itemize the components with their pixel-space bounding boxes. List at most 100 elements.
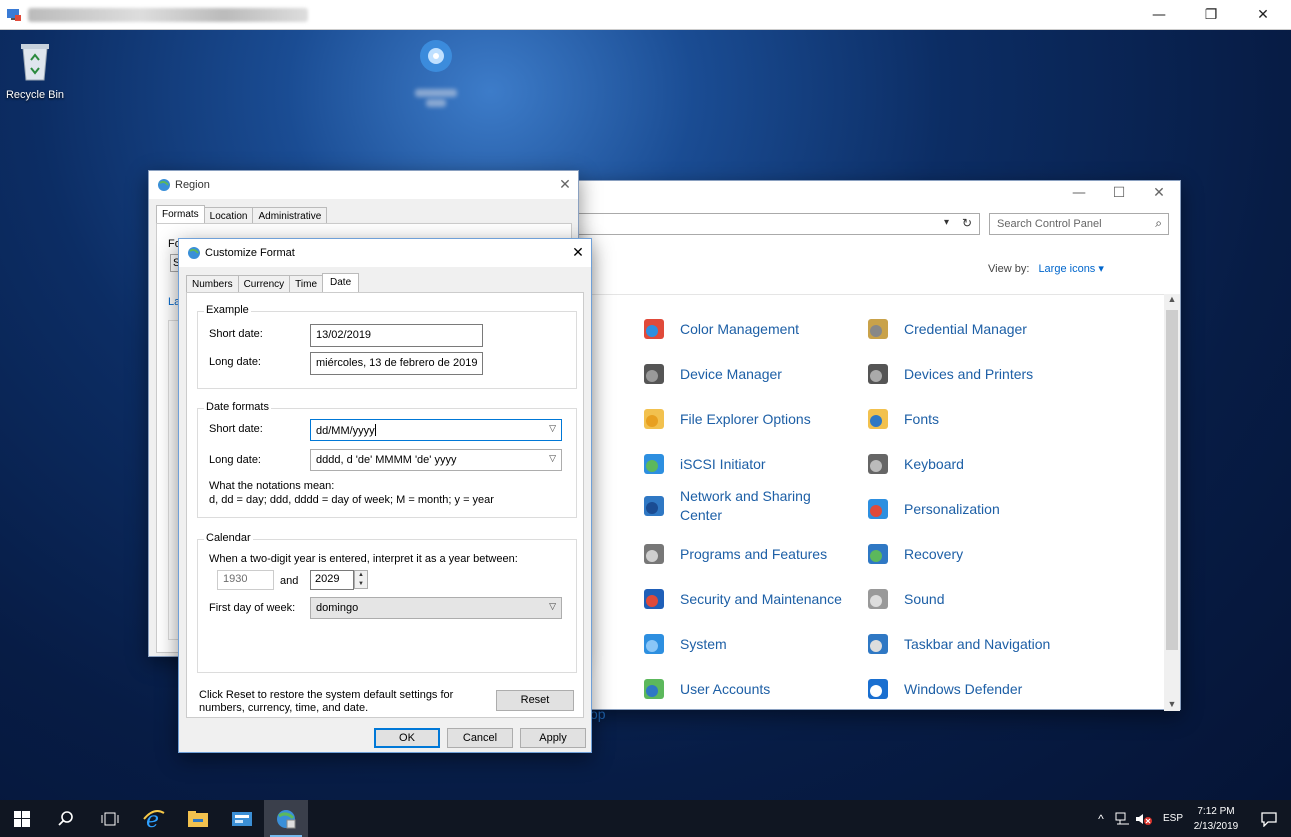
- cp-item-windows-defender[interactable]: Windows Defender: [864, 675, 1022, 703]
- cp-item-user-accounts[interactable]: User Accounts: [640, 675, 770, 703]
- cp-item-network-and-sharing-center[interactable]: Network and Sharing Center: [640, 487, 830, 525]
- fonts-icon: [868, 409, 888, 429]
- color-management-icon: [644, 319, 664, 339]
- region-taskbar-button[interactable]: [264, 800, 308, 837]
- cp-item-label: Personalization: [904, 500, 1000, 517]
- volume-muted-icon[interactable]: [1135, 812, 1153, 826]
- year-to-stepper[interactable]: ▲ ▼: [354, 570, 368, 589]
- ok-button[interactable]: OK: [374, 728, 440, 748]
- recycle-bin-shortcut[interactable]: Recycle Bin: [0, 38, 70, 101]
- customize-format-title-bar: Customize Format ✕: [179, 239, 591, 267]
- example-short-date-label: Short date:: [209, 328, 263, 340]
- cp-item-keyboard[interactable]: Keyboard: [864, 450, 964, 478]
- cp-item-recovery[interactable]: Recovery: [864, 540, 963, 568]
- minimize-button[interactable]: —: [1134, 0, 1184, 30]
- example-long-date-value: miércoles, 13 de febrero de 2019: [310, 352, 483, 375]
- vertical-scrollbar[interactable]: ▲ ▼: [1164, 294, 1180, 711]
- action-center-button[interactable]: [1247, 800, 1291, 837]
- scroll-down-icon[interactable]: ▼: [1164, 699, 1180, 709]
- clock[interactable]: 7:12 PM 2/13/2019: [1186, 804, 1246, 834]
- tab-currency[interactable]: Currency: [237, 275, 291, 293]
- server-shortcut[interactable]: [401, 36, 471, 109]
- cp-item-sound[interactable]: Sound: [864, 585, 944, 613]
- cp-minimize-button[interactable]: —: [1066, 183, 1092, 203]
- credential-manager-icon: [868, 319, 888, 339]
- internet-explorer-button[interactable]: e: [132, 800, 176, 837]
- stepper-down-icon[interactable]: ▼: [355, 580, 367, 589]
- taskbar: e ^ ESP 7:12 PM 2/13/2019: [0, 800, 1291, 837]
- region-globe-icon: [158, 179, 170, 191]
- cp-item-credential-manager[interactable]: Credential Manager: [864, 315, 1027, 343]
- cp-maximize-button[interactable]: ☐: [1106, 183, 1132, 203]
- cp-item-system[interactable]: System: [640, 630, 727, 658]
- scroll-up-icon[interactable]: ▲: [1164, 294, 1180, 304]
- iscsi-initiator-icon: [644, 454, 664, 474]
- customize-format-tabs: Numbers Currency Time Date: [186, 272, 360, 294]
- chevron-down-icon[interactable]: ▽: [549, 453, 556, 464]
- chevron-up-icon[interactable]: ^: [1093, 812, 1109, 826]
- region-close-button[interactable]: ✕: [552, 175, 578, 195]
- notification-icon: [1261, 811, 1277, 827]
- long-date-format-combobox[interactable]: dddd, d 'de' MMMM 'de' yyyy ▽: [310, 449, 562, 471]
- refresh-icon[interactable]: ↻: [962, 216, 972, 230]
- control-panel-items: op Color Management Device Manager File Ex…: [578, 294, 1166, 722]
- view-by-value: Large icons: [1038, 263, 1096, 275]
- cp-item-devices-and-printers[interactable]: Devices and Printers: [864, 360, 1033, 388]
- address-bar[interactable]: ▾ ↻: [578, 213, 980, 235]
- long-date-format-value[interactable]: dddd, d 'de' MMMM 'de' yyyy: [316, 454, 456, 466]
- first-day-of-week-select[interactable]: domingo ▽: [310, 597, 562, 619]
- cp-item-label: System: [680, 635, 727, 652]
- cp-item-security-and-maintenance[interactable]: Security and Maintenance: [640, 585, 842, 613]
- reset-button[interactable]: Reset: [496, 690, 574, 711]
- cancel-button[interactable]: Cancel: [447, 728, 513, 748]
- cp-close-button[interactable]: ✕: [1146, 183, 1172, 203]
- customize-format-globe-icon: [188, 247, 200, 259]
- internet-explorer-icon: e: [143, 808, 165, 831]
- personalization-icon: [868, 499, 888, 519]
- view-by-dropdown[interactable]: Large icons ▾: [1038, 263, 1103, 275]
- network-icon[interactable]: [1115, 812, 1131, 826]
- chevron-down-icon[interactable]: ▾: [944, 217, 949, 228]
- file-explorer-button[interactable]: [176, 800, 220, 837]
- cp-item-programs-and-features[interactable]: Programs and Features: [640, 540, 827, 568]
- system-tray: ^ ESP: [1093, 800, 1183, 837]
- cp-item-personalization[interactable]: Personalization: [864, 495, 1000, 523]
- cp-item-label: Keyboard: [904, 455, 964, 472]
- chevron-down-icon[interactable]: ▽: [549, 423, 556, 434]
- short-date-format-value[interactable]: dd/MM/yyyy: [316, 425, 375, 437]
- task-view-button[interactable]: [88, 800, 132, 837]
- tab-date[interactable]: Date: [322, 273, 360, 294]
- two-digit-year-text: When a two-digit year is entered, interp…: [209, 553, 518, 565]
- maximize-button[interactable]: ❐: [1186, 0, 1236, 30]
- cp-item-label: Credential Manager: [904, 320, 1027, 337]
- server-manager-button[interactable]: [220, 800, 264, 837]
- stepper-up-icon[interactable]: ▲: [355, 571, 367, 580]
- cp-item-taskbar-and-navigation[interactable]: Taskbar and Navigation: [864, 630, 1050, 658]
- cp-item-fonts[interactable]: Fonts: [864, 405, 939, 433]
- region-title-bar: Region ✕: [149, 171, 578, 199]
- apply-button[interactable]: Apply: [520, 728, 586, 748]
- cp-item-color-management[interactable]: Color Management: [640, 315, 799, 343]
- customize-format-close-button[interactable]: ✕: [565, 243, 591, 263]
- year-to-field[interactable]: 2029: [310, 570, 354, 590]
- format-dropdown-fragment[interactable]: S: [170, 254, 180, 272]
- cp-item-iscsi-initiator[interactable]: iSCSI Initiator: [640, 450, 766, 478]
- tab-time[interactable]: Time: [289, 275, 324, 293]
- clock-time: 7:12 PM: [1197, 806, 1235, 817]
- windows-logo-icon: [14, 810, 30, 827]
- cp-item-file-explorer-options[interactable]: File Explorer Options: [640, 405, 811, 433]
- short-date-format-combobox[interactable]: dd/MM/yyyy ▽: [310, 419, 562, 441]
- start-button[interactable]: [0, 800, 44, 837]
- scrollbar-thumb[interactable]: [1166, 310, 1178, 650]
- tab-numbers[interactable]: Numbers: [186, 275, 239, 293]
- search-control-panel-input[interactable]: Search Control Panel ⌕: [989, 213, 1169, 235]
- search-button[interactable]: [44, 800, 88, 837]
- cp-item-label: Fonts: [904, 410, 940, 427]
- input-language-indicator[interactable]: ESP: [1163, 813, 1183, 824]
- close-button[interactable]: ✕: [1238, 0, 1288, 30]
- short-date-format-label: Short date:: [209, 423, 263, 435]
- cp-item-device-manager[interactable]: Device Manager: [640, 360, 782, 388]
- remote-desktop-title-blurred: [28, 8, 308, 22]
- search-icon[interactable]: ⌕: [1155, 216, 1162, 231]
- chevron-down-icon[interactable]: ▽: [549, 601, 556, 612]
